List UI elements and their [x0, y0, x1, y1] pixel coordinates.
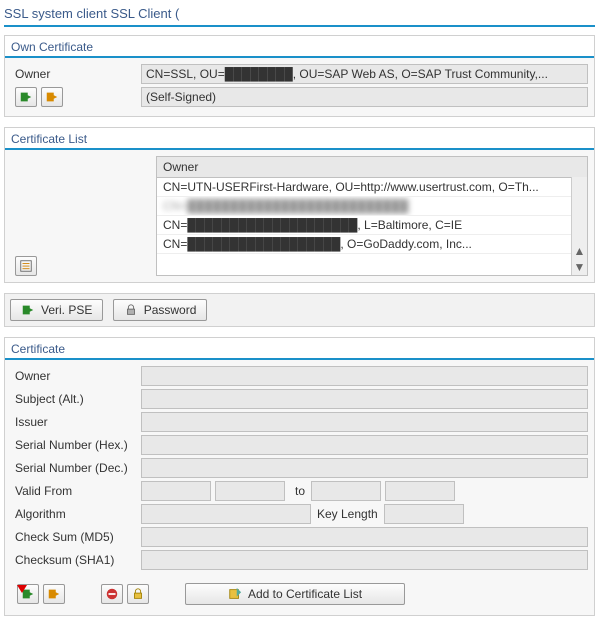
add-to-cert-list-button[interactable]: Add to Certificate List: [185, 583, 405, 605]
sha1-label: Checksum (SHA1): [11, 553, 141, 567]
md5-field: [141, 527, 588, 547]
certificate-title: Certificate: [5, 338, 594, 360]
cert-list-header: Owner: [157, 157, 587, 178]
verify-pse-button[interactable]: Veri. PSE: [10, 299, 103, 321]
self-signed-value: (Self-Signed): [141, 87, 588, 107]
keylength-field: [384, 504, 464, 524]
import-icon[interactable]: [15, 87, 37, 107]
delete-icon[interactable]: [101, 584, 123, 604]
cert-owner-field: [141, 366, 588, 386]
serial-hex-label: Serial Number (Hex.): [11, 438, 141, 452]
md5-label: Check Sum (MD5): [11, 530, 141, 544]
algorithm-field: [141, 504, 311, 524]
table-row[interactable]: CN=██████████████████████████: [157, 197, 587, 216]
subject-alt-label: Subject (Alt.): [11, 392, 141, 406]
valid-from-date: [141, 481, 211, 501]
scroll-up-icon[interactable]: ▲: [574, 243, 586, 259]
valid-to-date: [311, 481, 381, 501]
table-row[interactable]: CN=████████████████████, L=Baltimore, C=…: [157, 216, 587, 235]
to-label: to: [289, 484, 311, 498]
export-cert-icon[interactable]: [43, 584, 65, 604]
issuer-field: [141, 412, 588, 432]
password-button[interactable]: Password: [113, 299, 208, 321]
export-icon[interactable]: [41, 87, 63, 107]
serial-dec-label: Serial Number (Dec.): [11, 461, 141, 475]
sha1-field: [141, 550, 588, 570]
cert-owner-label: Owner: [11, 369, 141, 383]
issuer-label: Issuer: [11, 415, 141, 429]
algorithm-label: Algorithm: [11, 507, 141, 521]
valid-from-time: [215, 481, 285, 501]
serial-hex-field: [141, 435, 588, 455]
subject-alt-field: [141, 389, 588, 409]
certificate-list-panel: Certificate List Owner CN=UTN-USERFirst-…: [4, 127, 595, 283]
owner-value: CN=SSL, OU=████████, OU=SAP Web AS, O=SA…: [141, 64, 588, 84]
add-to-cert-list-label: Add to Certificate List: [248, 587, 362, 601]
own-certificate-panel: Own Certificate Owner CN=SSL, OU=███████…: [4, 35, 595, 117]
serial-dec-field: [141, 458, 588, 478]
valid-to-time: [385, 481, 455, 501]
keylength-label: Key Length: [311, 507, 384, 521]
password-label: Password: [144, 303, 197, 317]
lock-icon[interactable]: [127, 584, 149, 604]
verify-pse-label: Veri. PSE: [41, 303, 92, 317]
page-title: SSL system client SSL Client (: [4, 4, 595, 27]
cert-list-table[interactable]: Owner CN=UTN-USERFirst-Hardware, OU=http…: [156, 156, 588, 276]
valid-from-label: Valid From: [11, 484, 141, 498]
red-arrow-icon: [15, 581, 29, 595]
scroll-down-icon[interactable]: ▼: [574, 259, 586, 275]
own-cert-title: Own Certificate: [5, 36, 594, 58]
table-row[interactable]: CN=UTN-USERFirst-Hardware, OU=http://www…: [157, 178, 587, 197]
cert-list-title: Certificate List: [5, 128, 594, 150]
certificate-panel: Certificate Owner Subject (Alt.) Issuer …: [4, 337, 595, 616]
mid-toolbar: Veri. PSE Password: [4, 293, 595, 327]
details-icon[interactable]: [15, 256, 37, 276]
scrollbar[interactable]: ▲ ▼: [571, 177, 587, 275]
table-row[interactable]: CN=██████████████████, O=GoDaddy.com, In…: [157, 235, 587, 254]
owner-label: Owner: [11, 67, 141, 81]
